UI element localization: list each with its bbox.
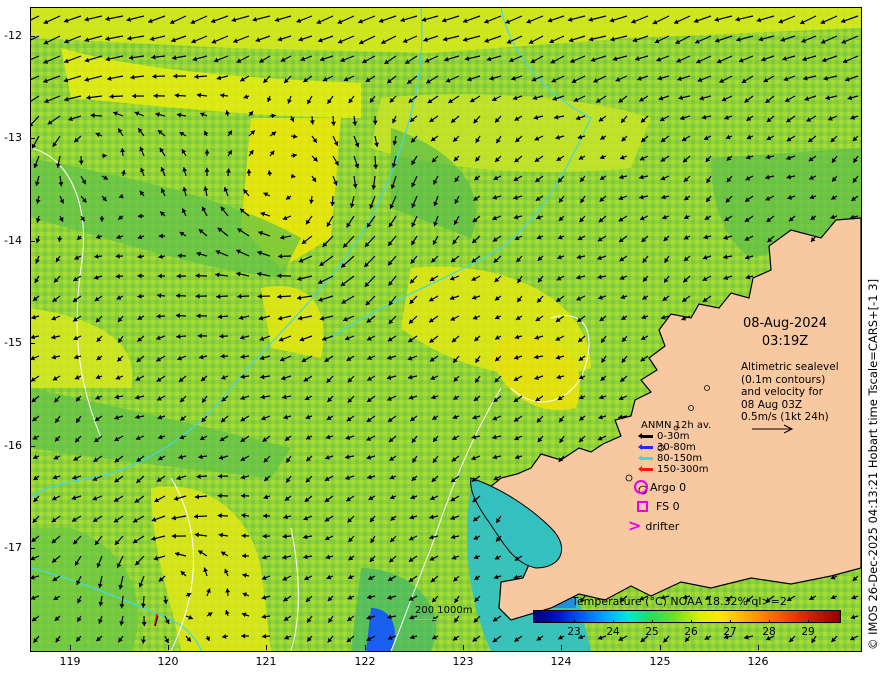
x-tick-label: 124 [550,655,572,668]
x-tick-mark [561,645,562,650]
anmn-legend-item: 80-150m [638,453,711,464]
y-tick-label: -13 [4,131,22,144]
anmn-legend-item: 150-300m [638,464,711,475]
argo-circle-icon [634,480,648,494]
arrow-swatch-icon [638,466,653,472]
x-tick-mark [266,645,267,650]
y-tick-mark [30,548,35,549]
y-tick-mark [30,343,35,344]
anmn-legend: ANMN 12h av. 0-30m 30-80m 80-150m 150-30… [638,420,712,475]
x-tick-label: 125 [649,655,671,668]
sst-map[interactable] [30,7,862,652]
anmn-legend-label: 80-150m [657,453,703,464]
date-text: 08-Aug-2024 [742,316,828,331]
altimetry-description: Altimetric sealevel (0.1m contours) and … [741,361,839,424]
altimetry-line: 0.5m/s (1kt 24h) [741,411,829,423]
date-time-label: 08-Aug-2024 03:19Z [740,315,830,351]
y-tick-label: -17 [4,541,22,554]
y-tick-label: -15 [4,336,22,349]
colorbar-tick-mark [613,620,614,623]
y-tick-mark [30,241,35,242]
y-tick-mark [30,446,35,447]
colorbar-tick-label: 24 [606,626,620,638]
altimetry-line: Altimetric sealevel [741,361,839,373]
colorbar-title: Temperature (°C) NOAA 18.32% ql>=2 [572,595,787,608]
anmn-legend-label: 0-30m [657,431,690,442]
fs-square-icon [637,501,648,512]
colorbar-tick-mark [769,620,770,623]
colorbar-tick-mark [730,620,731,623]
y-tick-mark [30,36,35,37]
x-tick-label: 123 [452,655,474,668]
colorbar-tick-label: 25 [645,626,659,638]
altimetry-line: (0.1m contours) [741,373,826,386]
x-tick-label: 119 [59,655,81,668]
arrow-swatch-icon [638,433,653,439]
sst-map-canvas [31,8,861,651]
anmn-legend-title: ANMN 12h av. [641,420,712,431]
contour-legend-label: 200 1000m [415,605,473,616]
colorbar-tick-mark [691,620,692,623]
x-tick-mark [660,645,661,650]
x-tick-mark [463,645,464,650]
x-tick-label: 126 [747,655,769,668]
y-tick-label: -12 [4,29,22,42]
colorbar-tick-label: 27 [723,626,737,638]
y-tick-label: -16 [4,439,22,452]
y-tick-mark [30,138,35,139]
x-tick-mark [758,645,759,650]
x-tick-label: 122 [354,655,376,668]
contour-legend: 200 1000m [415,605,473,620]
time-text: 03:19Z [761,334,809,349]
x-tick-label: 120 [157,655,179,668]
y-tick-label: -14 [4,234,22,247]
velocity-scale-arrow-icon [752,424,794,434]
anmn-legend-item: 30-80m [638,442,711,453]
argo-label: Argo 0 [650,480,687,494]
temperature-colorbar [533,610,841,623]
colorbar-tick-mark [574,620,575,623]
argo-legend: Argo 0 [634,480,686,494]
altimetry-line: 08 Aug 03Z [741,398,803,411]
anmn-legend-label: 150-300m [657,464,709,475]
anmn-legend-item: 0-30m [638,431,711,442]
colorbar-tick-label: 29 [801,626,815,638]
x-tick-label: 121 [255,655,277,668]
drifter-legend: > drifter [628,516,680,535]
contour-line-swatch [415,619,445,620]
x-tick-mark [365,645,366,650]
arrow-swatch-icon [638,455,653,461]
x-tick-mark [168,645,169,650]
colorbar-tick-label: 28 [762,626,776,638]
fs-legend: FS 0 [636,500,680,513]
colorbar-tick-mark [808,620,809,623]
colorbar-tick-label: 23 [567,626,581,638]
altimetry-line: and velocity for [741,386,823,398]
colorbar-tick-mark [652,620,653,623]
credit-text: © IMOS 26-Dec-2025 04:13:21 Hobart time … [866,278,880,650]
anmn-legend-label: 30-80m [657,442,696,453]
x-tick-mark [70,645,71,650]
drifter-chevron-icon: > [628,516,642,535]
arrow-swatch-icon [638,444,653,450]
drifter-label: drifter [645,519,680,533]
colorbar-tick-label: 26 [684,626,698,638]
fs-label: FS 0 [656,500,680,513]
